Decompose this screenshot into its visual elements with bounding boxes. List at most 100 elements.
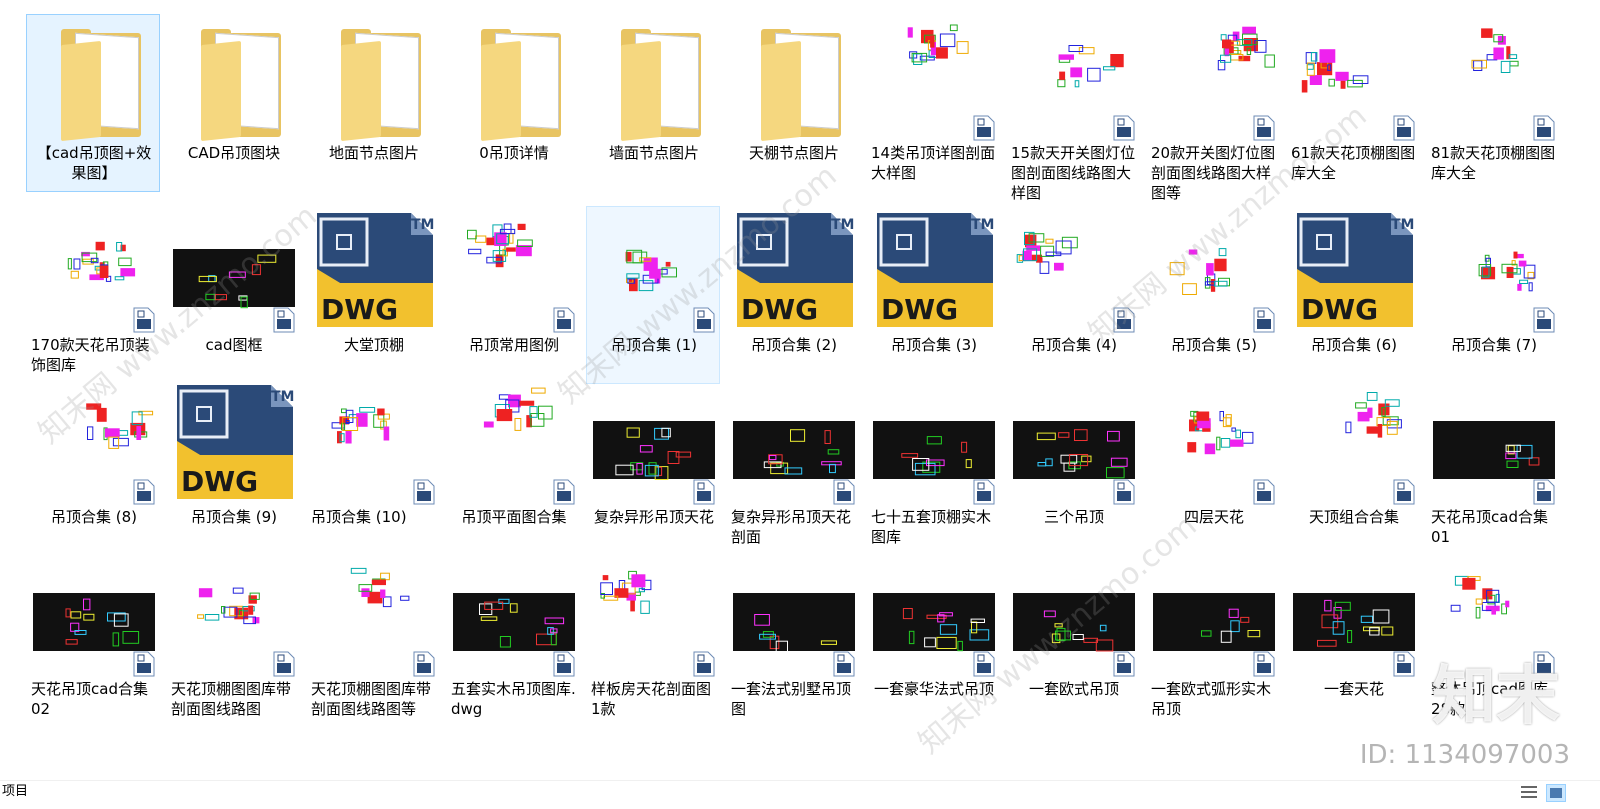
file-name: 吊顶合集 (8): [50, 508, 138, 526]
file-name: 0吊顶详情: [479, 144, 549, 162]
file-name: 81款天花顶棚图图库大全: [1431, 144, 1556, 182]
svg-text:TM: TM: [271, 389, 294, 405]
cad-file-icon: [553, 307, 575, 333]
file-name: 吊顶合集 (4): [1030, 336, 1118, 354]
file-name: 七十五套顶棚实木图库: [871, 508, 992, 546]
file-item[interactable]: 吊顶合集 (8): [26, 378, 160, 556]
file-item[interactable]: 一套法式别墅吊顶图: [726, 550, 860, 728]
file-item[interactable]: 四层天花: [1146, 378, 1280, 556]
file-item[interactable]: DWG TM 大堂顶棚: [306, 206, 440, 384]
folder-icon: [313, 19, 435, 142]
file-name: 天花顶棚图图库带剖面图线路图等: [311, 680, 432, 718]
file-grid: 【cad吊顶图+效果图】 CAD吊顶图块 地面节点图片 0吊顶详情 墙面节点图片 天棚节点…: [0, 0, 1600, 780]
cad-file-icon: [1253, 307, 1275, 333]
file-name: CAD吊顶图块: [187, 144, 281, 162]
file-item[interactable]: cad图框: [166, 206, 300, 384]
cad-file-icon: [273, 651, 295, 677]
folder-icon: [453, 19, 575, 142]
file-name: 吊顶合集 (10): [311, 508, 407, 526]
cad-file-icon: [1113, 479, 1135, 505]
cad-file-icon: [693, 479, 715, 505]
file-item[interactable]: 三个吊顶: [1006, 378, 1140, 556]
file-item[interactable]: 一套豪华法式吊顶: [866, 550, 1000, 728]
file-item[interactable]: 天花吊顶cad合集02: [26, 550, 160, 728]
file-item[interactable]: CAD吊顶图块: [166, 14, 300, 192]
file-item[interactable]: 吊顶合集 (10): [306, 378, 440, 556]
file-item[interactable]: 一套欧式弧形实木吊顶: [1146, 550, 1280, 728]
dwg-file-icon: DWG TM: [733, 211, 855, 331]
file-item[interactable]: 墙面节点图片: [586, 14, 720, 192]
file-item[interactable]: 吊顶合集 (5): [1146, 206, 1280, 384]
file-item[interactable]: 天花顶棚图图库带剖面图线路图等: [306, 550, 440, 728]
large-icons-view-icon[interactable]: [1546, 784, 1566, 802]
file-name: 四层天花: [1183, 508, 1244, 526]
file-name: 一套欧式吊顶: [1028, 680, 1119, 698]
file-item[interactable]: 一套天花: [1286, 550, 1420, 728]
folder-icon: [733, 19, 855, 142]
file-item[interactable]: 0吊顶详情: [446, 14, 580, 192]
file-name: 20款开关图灯位图剖面图线路图大样图等: [1151, 144, 1276, 202]
file-name: 天棚节点图片: [748, 144, 839, 162]
file-item[interactable]: 15款天开关图灯位图剖面图线路图大样图: [1006, 14, 1140, 202]
file-item[interactable]: 吊顶合集 (1): [586, 206, 720, 384]
cad-file-icon: [1393, 479, 1415, 505]
file-name: 14类吊顶详图剖面大样图: [871, 144, 996, 182]
file-item[interactable]: 样板房天花剖面图 1款: [586, 550, 720, 728]
file-item[interactable]: 整体吊顶cad图库28款: [1426, 550, 1560, 728]
file-item[interactable]: 81款天花顶棚图图库大全: [1426, 14, 1560, 192]
file-name: 一套欧式弧形实木吊顶: [1151, 680, 1272, 718]
file-name: 61款天花顶棚图图库大全: [1291, 144, 1416, 182]
file-item[interactable]: 吊顶合集 (7): [1426, 206, 1560, 384]
file-name: 墙面节点图片: [608, 144, 699, 162]
cad-file-icon: [553, 479, 575, 505]
file-item[interactable]: 复杂异形吊顶天花剖面: [726, 378, 860, 556]
file-item[interactable]: 地面节点图片: [306, 14, 440, 192]
cad-file-icon: [133, 307, 155, 333]
file-name: 复杂异形吊顶天花: [593, 508, 714, 526]
cad-file-icon: [1393, 115, 1415, 141]
file-item[interactable]: 吊顶常用图例: [446, 206, 580, 384]
file-item[interactable]: 七十五套顶棚实木图库: [866, 378, 1000, 556]
file-item[interactable]: 天花顶棚图图库带剖面图线路图: [166, 550, 300, 728]
file-item[interactable]: DWG TM 吊顶合集 (6): [1286, 206, 1420, 384]
file-item[interactable]: 吊顶平面图合集: [446, 378, 580, 556]
cad-file-icon: [1113, 651, 1135, 677]
file-item[interactable]: 吊顶合集 (4): [1006, 206, 1140, 384]
cad-file-icon: [973, 479, 995, 505]
cad-file-icon: [1253, 479, 1275, 505]
file-item[interactable]: 一套欧式吊顶: [1006, 550, 1140, 728]
svg-text:DWG: DWG: [881, 293, 958, 326]
file-name: 吊顶合集 (5): [1170, 336, 1258, 354]
file-name: 一套法式别墅吊顶图: [731, 680, 852, 718]
svg-text:DWG: DWG: [321, 293, 398, 326]
file-item[interactable]: 复杂异形吊顶天花: [586, 378, 720, 556]
cad-file-icon: [1533, 479, 1555, 505]
cad-file-icon: [133, 651, 155, 677]
file-item[interactable]: 天顶组合合集: [1286, 378, 1420, 556]
folder-icon: [33, 19, 155, 142]
cad-file-icon: [693, 651, 715, 677]
file-item[interactable]: 14类吊顶详图剖面大样图: [866, 14, 1000, 192]
file-item[interactable]: DWG TM 吊顶合集 (2): [726, 206, 860, 384]
file-item[interactable]: DWG TM 吊顶合集 (9): [166, 378, 300, 556]
file-name: 天花吊顶cad合集02: [31, 680, 148, 718]
file-name: 天花吊顶cad合集01: [1431, 508, 1548, 546]
details-view-icon[interactable]: [1520, 784, 1538, 800]
file-item[interactable]: 170款天花吊顶装饰图库: [26, 206, 160, 384]
file-item[interactable]: DWG TM 吊顶合集 (3): [866, 206, 1000, 384]
file-item[interactable]: 五套实木吊顶图库.dwg: [446, 550, 580, 728]
file-item[interactable]: 20款开关图灯位图剖面图线路图大样图等: [1146, 14, 1280, 202]
file-item[interactable]: 【cad吊顶图+效果图】: [26, 14, 160, 192]
file-item[interactable]: 天花吊顶cad合集01: [1426, 378, 1560, 556]
cad-file-icon: [553, 651, 575, 677]
cad-file-icon: [973, 115, 995, 141]
file-name: 整体吊顶cad图库28款: [1431, 680, 1548, 718]
file-item[interactable]: 天棚节点图片: [726, 14, 860, 192]
file-name: 三个吊顶: [1043, 508, 1104, 526]
file-item[interactable]: 61款天花顶棚图图库大全: [1286, 14, 1420, 192]
cad-file-icon: [1253, 651, 1275, 677]
file-name: 一套天花: [1323, 680, 1384, 698]
cad-file-icon: [833, 651, 855, 677]
svg-text:TM: TM: [971, 217, 994, 233]
file-name: 吊顶合集 (7): [1450, 336, 1538, 354]
